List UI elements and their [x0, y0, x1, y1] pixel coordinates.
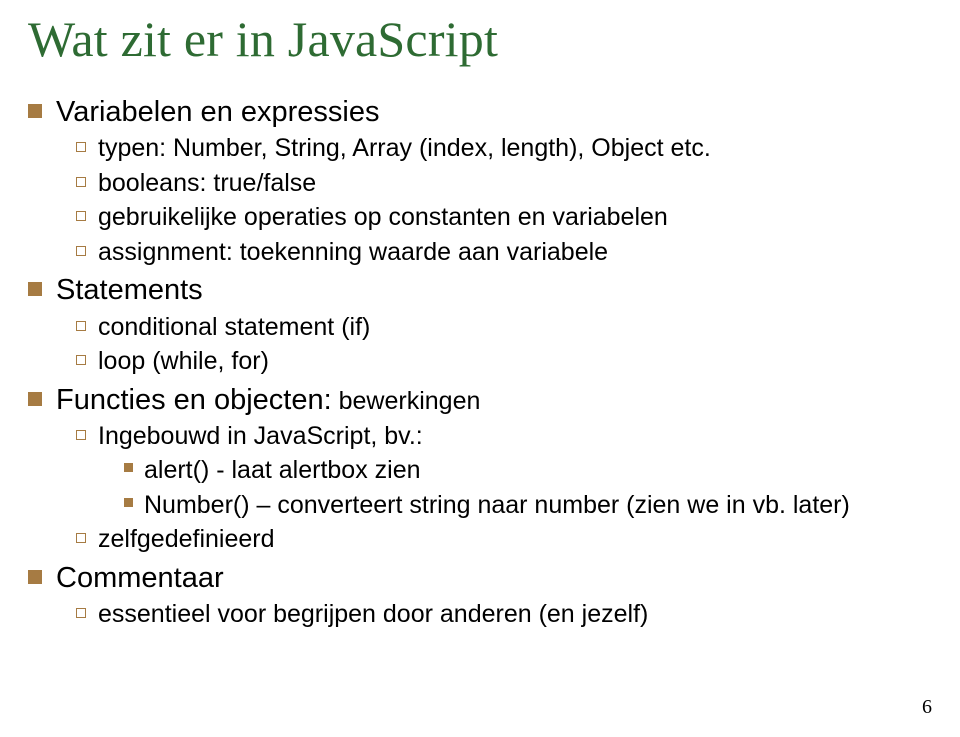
bullet-list: Variabelen en expressies typen: Number, … — [28, 94, 932, 631]
hollow-square-icon — [76, 321, 86, 331]
list-item: essentieel voor begrijpen door anderen (… — [76, 598, 932, 631]
list-item: Variabelen en expressies typen: Number, … — [28, 94, 932, 268]
hollow-square-icon — [76, 246, 86, 256]
list-item: Ingebouwd in JavaScript, bv.: alert() - … — [76, 420, 932, 522]
list-item: booleans: true/false — [76, 167, 932, 200]
hollow-square-icon — [76, 430, 86, 440]
list-item-label: typen: Number, String, Array (index, len… — [98, 132, 711, 165]
list-item: loop (while, for) — [76, 345, 932, 378]
list-item-label: Statements — [56, 272, 203, 308]
list-item: Commentaar essentieel voor begrijpen doo… — [28, 560, 932, 631]
square-bullet-icon — [28, 570, 42, 584]
list-item-label: Functies en objecten: bewerkingen — [56, 382, 480, 418]
list-item: Functies en objecten: bewerkingen Ingebo… — [28, 382, 932, 556]
hollow-square-icon — [76, 177, 86, 187]
page-number: 6 — [922, 696, 932, 719]
hollow-square-icon — [76, 533, 86, 543]
small-square-icon — [124, 463, 133, 472]
list-item-label: Commentaar — [56, 560, 224, 596]
list-item-label: assignment: toekenning waarde aan variab… — [98, 236, 608, 269]
hollow-square-icon — [76, 142, 86, 152]
list-item-label: Variabelen en expressies — [56, 94, 380, 130]
square-bullet-icon — [28, 104, 42, 118]
hollow-square-icon — [76, 211, 86, 221]
list-item: conditional statement (if) — [76, 311, 932, 344]
list-item: Number() – converteert string naar numbe… — [124, 489, 932, 522]
page-title: Wat zit er in JavaScript — [28, 10, 932, 68]
small-square-icon — [124, 498, 133, 507]
square-bullet-icon — [28, 392, 42, 406]
square-bullet-icon — [28, 282, 42, 296]
list-item: assignment: toekenning waarde aan variab… — [76, 236, 932, 269]
list-item: Statements conditional statement (if) lo… — [28, 272, 932, 377]
list-item-label: zelfgedefinieerd — [98, 523, 275, 556]
list-item: alert() - laat alertbox zien — [124, 454, 932, 487]
list-item-label: loop (while, for) — [98, 345, 269, 378]
list-item-label: booleans: true/false — [98, 167, 316, 200]
list-item: typen: Number, String, Array (index, len… — [76, 132, 932, 165]
list-item-label: essentieel voor begrijpen door anderen (… — [98, 598, 648, 631]
list-item-label: alert() - laat alertbox zien — [144, 454, 421, 487]
hollow-square-icon — [76, 355, 86, 365]
list-item-label: Number() – converteert string naar numbe… — [144, 489, 850, 522]
list-item-label: Ingebouwd in JavaScript, bv.: — [98, 420, 423, 453]
list-item-label: conditional statement (if) — [98, 311, 370, 344]
list-item: gebruikelijke operaties op constanten en… — [76, 201, 932, 234]
list-item-label: gebruikelijke operaties op constanten en… — [98, 201, 668, 234]
hollow-square-icon — [76, 608, 86, 618]
list-item: zelfgedefinieerd — [76, 523, 932, 556]
